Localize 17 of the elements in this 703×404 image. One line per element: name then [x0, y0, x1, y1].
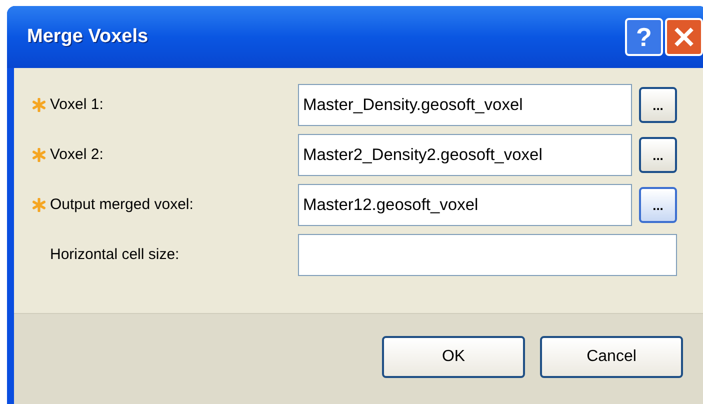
help-button[interactable]: ?: [625, 18, 663, 56]
dialog-button[interactable]: Cancel: [540, 336, 683, 378]
field-label: Voxel 1:: [50, 94, 104, 115]
input-field[interactable]: Master2_Density2.geosoft_voxel: [298, 134, 632, 176]
field-label: Output merged voxel:: [50, 194, 194, 215]
browse-button[interactable]: ...: [639, 87, 677, 123]
window-title: Merge Voxels: [27, 24, 148, 49]
input-field[interactable]: [298, 234, 677, 276]
field-label: Horizontal cell size:: [50, 244, 180, 265]
browse-button[interactable]: ...: [639, 137, 677, 173]
browse-button[interactable]: ...: [639, 187, 677, 223]
input-field[interactable]: Master_Density.geosoft_voxel: [298, 84, 632, 126]
field-label: Voxel 2:: [50, 144, 104, 165]
close-icon: [673, 26, 695, 48]
dialog-button[interactable]: OK: [382, 336, 525, 378]
input-field[interactable]: Master12.geosoft_voxel: [298, 184, 632, 226]
close-button[interactable]: [665, 18, 703, 56]
